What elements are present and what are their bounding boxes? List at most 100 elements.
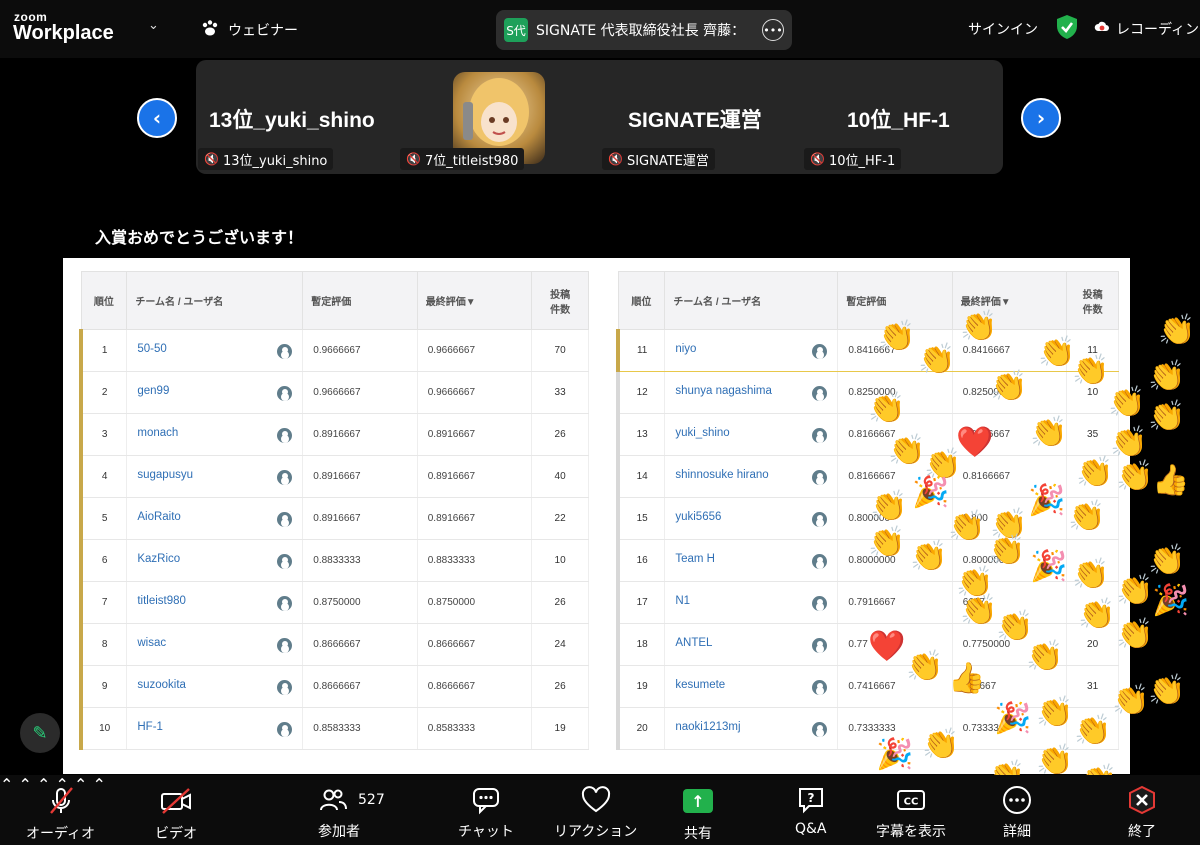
table-row[interactable]: 8 wisac 0.8666667 0.8666667 24 <box>79 623 589 666</box>
col-final[interactable]: 最終評価▼ <box>951 271 1068 330</box>
table-row[interactable]: 4 sugapusyu 0.8916667 0.8916667 40 <box>79 455 589 498</box>
team-name-link[interactable]: KazRico <box>137 553 180 565</box>
user-avatar-icon <box>812 511 828 527</box>
more-icon <box>1001 785 1033 815</box>
col-provisional[interactable]: 暫定評価 <box>837 271 953 330</box>
signin-link[interactable]: サインイン <box>968 19 1038 39</box>
annotate-button[interactable]: ✎ <box>20 713 60 753</box>
table-row[interactable]: 7 titleist980 0.8750000 0.8750000 26 <box>79 581 589 624</box>
participants-button[interactable]: 527 参加者 <box>318 785 385 841</box>
provisional-score-cell: 0.8916667 <box>302 413 418 456</box>
table-row[interactable]: 19 kesumete 0.7416667 416667 31 <box>616 665 1119 708</box>
chevron-down-icon[interactable]: ⌄ <box>148 18 159 33</box>
table-row[interactable]: 16 Team H 0.8000000 0.800000 <box>616 539 1119 582</box>
team-name-link[interactable]: ANTEL <box>675 637 712 649</box>
team-cell[interactable]: wisac <box>126 623 304 666</box>
provisional-score-cell: 0.8666667 <box>302 665 418 708</box>
team-name-link[interactable]: shinnosuke hirano <box>675 469 768 481</box>
svg-text:?: ? <box>807 791 814 805</box>
team-cell[interactable]: KazRico <box>126 539 304 582</box>
end-button[interactable]: 終了 <box>1126 785 1158 841</box>
table-row[interactable]: 9 suzookita 0.8666667 0.8666667 26 <box>79 665 589 708</box>
team-cell[interactable]: 50-50 <box>126 329 304 372</box>
rank-cell: 9 <box>79 665 128 708</box>
team-name-link[interactable]: yuki_shino <box>675 427 729 439</box>
more-options-icon[interactable]: ••• <box>762 19 784 41</box>
rank-cell: 14 <box>616 455 666 498</box>
team-cell[interactable]: HF-1 <box>126 707 304 750</box>
table-row[interactable]: 14 shinnosuke hirano 0.8166667 0.8166667 6 <box>616 455 1119 498</box>
team-name-link[interactable]: monach <box>137 427 178 439</box>
team-name-link[interactable]: shunya nagashima <box>675 385 772 397</box>
audio-button[interactable]: オーディオ <box>26 785 95 843</box>
user-avatar-icon <box>812 469 828 485</box>
team-name-link[interactable]: N1 <box>675 595 690 607</box>
team-cell[interactable]: suzookita <box>126 665 304 708</box>
team-name-link[interactable]: 50-50 <box>137 343 166 355</box>
col-final[interactable]: 最終評価▼ <box>416 271 533 330</box>
captions-button[interactable]: CC 字幕を表示 <box>876 785 946 841</box>
svg-text:CC: CC <box>904 797 919 808</box>
team-name-link[interactable]: gen99 <box>137 385 169 397</box>
table-row[interactable]: 2 gen99 0.9666667 0.9666667 33 <box>79 371 589 414</box>
team-cell[interactable]: shinnosuke hirano <box>664 455 839 498</box>
table-row[interactable]: 18 ANTEL 0.77 0.7750000 20 <box>616 623 1119 666</box>
table-row[interactable]: 3 monach 0.8916667 0.8916667 26 <box>79 413 589 456</box>
team-cell[interactable]: naoki1213mj <box>664 707 839 750</box>
team-cell[interactable]: monach <box>126 413 304 456</box>
gallery-next-button[interactable]: › <box>1021 98 1061 138</box>
gallery-prev-button[interactable]: ‹ <box>137 98 177 138</box>
active-speaker-pill[interactable]: S代 SIGNATE 代表取締役社長 齊藤： ••• <box>496 10 792 50</box>
table-row[interactable]: 13 yuki_shino 0.8166667 0.8166667 35 <box>616 413 1119 456</box>
webinar-indicator[interactable]: ウェビナー <box>200 18 298 42</box>
table-row[interactable]: 10 HF-1 0.8583333 0.8583333 19 <box>79 707 589 750</box>
chat-button[interactable]: チャット <box>458 785 514 841</box>
team-cell[interactable]: ANTEL <box>664 623 839 666</box>
user-avatar-icon <box>277 469 293 485</box>
tile-label-4: 🔇 10位_HF-1 <box>804 148 902 170</box>
reactions-button[interactable]: リアクション <box>554 785 637 841</box>
team-name-link[interactable]: wisac <box>137 637 166 649</box>
team-cell[interactable]: yuki5656 <box>664 497 839 540</box>
share-button[interactable]: ↑ 共有 <box>683 785 713 843</box>
team-cell[interactable]: Team H <box>664 539 839 582</box>
more-button[interactable]: 詳細 <box>1001 785 1033 841</box>
team-cell[interactable]: yuki_shino <box>664 413 839 456</box>
table-row[interactable]: 20 naoki1213mj 0.7333333 0.73333 <box>616 707 1119 750</box>
team-cell[interactable]: shunya nagashima <box>664 371 839 414</box>
provisional-score-cell: 0.8000000 <box>837 539 953 582</box>
team-cell[interactable]: gen99 <box>126 371 304 414</box>
team-name-link[interactable]: yuki5656 <box>675 511 721 523</box>
table-row[interactable]: 5 AioRaito 0.8916667 0.8916667 22 <box>79 497 589 540</box>
team-name-link[interactable]: HF-1 <box>137 721 163 733</box>
team-name-link[interactable]: titleist980 <box>137 595 186 607</box>
final-score-cell: 0.8750000 <box>417 581 533 624</box>
team-cell[interactable]: sugapusyu <box>126 455 304 498</box>
team-name-link[interactable]: sugapusyu <box>137 469 193 481</box>
team-cell[interactable]: kesumete <box>664 665 839 708</box>
table-row[interactable]: 6 KazRico 0.8833333 0.8833333 10 <box>79 539 589 582</box>
table-row[interactable]: 11 niyo 0.8416667 0.8416667 11 <box>616 329 1119 372</box>
provisional-score-cell: 0.9666667 <box>302 329 418 372</box>
audio-caret-icon[interactable]: ⌃ <box>0 775 13 794</box>
final-score-cell: 0.7750000 <box>952 623 1068 666</box>
team-name-link[interactable]: kesumete <box>675 679 725 691</box>
team-name-link[interactable]: AioRaito <box>137 511 180 523</box>
video-button[interactable]: ビデオ <box>155 785 197 843</box>
team-name-link[interactable]: naoki1213mj <box>675 721 740 733</box>
team-name-link[interactable]: Team H <box>675 553 715 565</box>
col-provisional[interactable]: 暫定評価 <box>302 271 418 330</box>
team-name-link[interactable]: niyo <box>675 343 696 355</box>
table-row[interactable]: 1 50-50 0.9666667 0.9666667 70 <box>79 329 589 372</box>
shield-check-icon[interactable] <box>1056 14 1078 44</box>
recording-indicator[interactable]: レコーディング <box>1094 19 1200 39</box>
table-row[interactable]: 17 N1 0.7916667 6667 <box>616 581 1119 624</box>
team-cell[interactable]: titleist980 <box>126 581 304 624</box>
team-cell[interactable]: N1 <box>664 581 839 624</box>
qa-button[interactable]: ? Q&A <box>795 785 827 837</box>
table-row[interactable]: 15 yuki5656 0.800000 0.800 <box>616 497 1119 540</box>
team-name-link[interactable]: suzookita <box>137 679 186 691</box>
table-row[interactable]: 12 shunya nagashima 0.8250000 0.8250000 10 <box>616 371 1119 414</box>
team-cell[interactable]: niyo <box>664 329 839 372</box>
team-cell[interactable]: AioRaito <box>126 497 304 540</box>
